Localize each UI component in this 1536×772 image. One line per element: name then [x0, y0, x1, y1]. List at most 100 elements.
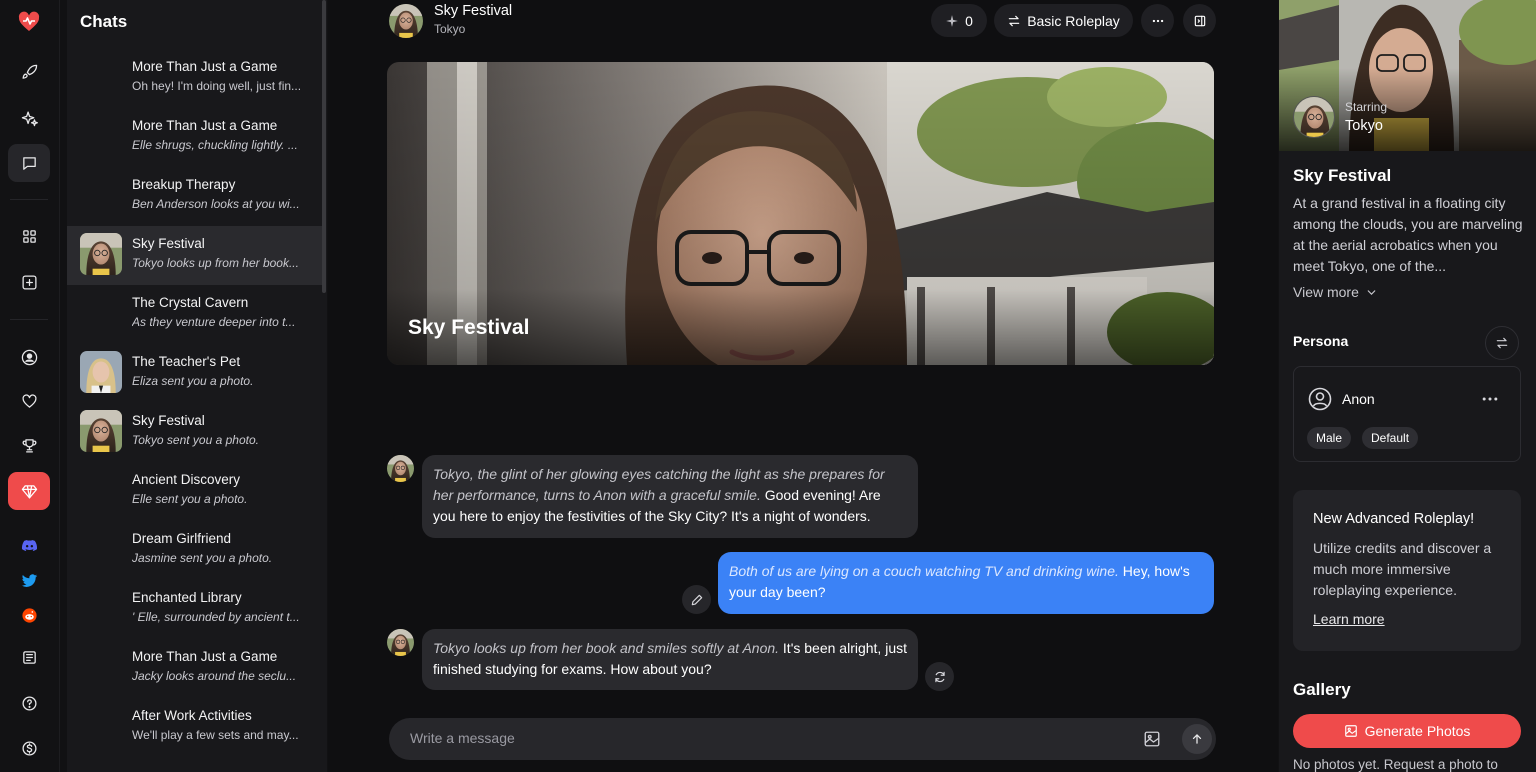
message-avatar[interactable] [387, 629, 414, 656]
arrow-up-icon [1192, 734, 1202, 744]
chat-list-item[interactable]: The Teacher's Pet Eliza sent you a photo. [67, 344, 322, 403]
more-options-button[interactable] [1141, 4, 1174, 37]
character-avatar[interactable] [389, 4, 423, 38]
chat-list-item[interactable]: The Crystal Cavern As they venture deeper… [67, 285, 322, 344]
home-logo-icon[interactable] [8, 3, 50, 41]
message-narration: Both of us are lying on a couch watching… [729, 563, 1119, 579]
sparkles-icon[interactable] [8, 99, 50, 137]
credits-button[interactable]: 0 [931, 4, 987, 37]
switch-persona-button[interactable] [1485, 326, 1519, 360]
image-plus-icon [1344, 725, 1357, 737]
chevron-down-icon [1367, 289, 1376, 295]
toggle-sidebar-button[interactable] [1183, 4, 1216, 37]
app-window: Chats More Than Just a Game Oh hey! I'm d… [0, 0, 1536, 772]
dollar-icon[interactable] [8, 729, 50, 767]
generate-photos-label: Generate Photos [1364, 723, 1471, 739]
chat-list-item[interactable]: More Than Just a Game Jacky looks around … [67, 639, 322, 698]
chat-preview: Eliza sent you a photo. [132, 374, 254, 388]
chat-list-item[interactable]: More Than Just a Game Elle shrugs, chuckl… [67, 108, 322, 167]
rail-divider [10, 199, 48, 200]
hero-title: Sky Festival [408, 316, 530, 339]
chat-name: Dream Girlfriend [132, 531, 232, 546]
user-icon[interactable] [8, 338, 50, 376]
regenerate-button[interactable] [925, 662, 954, 691]
no-photos-text: No photos yet. Request a photo to [1293, 757, 1498, 772]
sidebar-toggle-icon [1194, 15, 1205, 26]
chat-preview: Elle sent you a photo. [132, 492, 248, 506]
starring-avatar[interactable] [1293, 96, 1335, 138]
trophy-icon[interactable] [8, 426, 50, 464]
heart-icon[interactable] [8, 382, 50, 420]
chat-list-item[interactable]: Ancient Discovery Elle sent you a photo. [67, 462, 322, 521]
chat-preview: As they venture deeper into t... [132, 315, 296, 329]
chat-preview: We'll play a few sets and may... [132, 728, 299, 742]
chat-thumbnail [80, 233, 122, 275]
refresh-icon [934, 671, 945, 682]
persona-options-icon[interactable] [1480, 389, 1500, 409]
help-icon[interactable] [8, 684, 50, 722]
edit-message-button[interactable] [682, 585, 711, 614]
chat-list-item[interactable]: After Work Activities We'll play a few se… [67, 698, 322, 757]
scenario-title: Sky Festival [1293, 166, 1392, 185]
icon-rail [0, 0, 60, 772]
twitter-icon[interactable] [8, 561, 50, 599]
chat-list-item[interactable]: Breakup Therapy Ben Anderson looks at you… [67, 167, 322, 226]
swap-icon [1008, 15, 1020, 26]
scenario-details-panel: Starring Tokyo Sky Festival At a grand f… [1279, 0, 1536, 772]
roleplay-mode-button[interactable]: Basic Roleplay [994, 4, 1133, 37]
chat-preview: Oh hey! I'm doing well, just fin... [132, 79, 302, 93]
chat-name: More Than Just a Game [132, 118, 278, 133]
gallery-title: Gallery [1293, 680, 1351, 699]
chat-preview: Jacky looks around the seclu... [132, 669, 297, 683]
generate-photos-button[interactable]: Generate Photos [1293, 714, 1521, 748]
roleplay-mode-label: Basic Roleplay [1027, 12, 1120, 29]
chat-preview: Jasmine sent you a photo. [132, 551, 273, 565]
chat-list-item[interactable]: Dream Girlfriend Jasmine sent you a photo… [67, 521, 322, 580]
chat-name: After Work Activities [132, 708, 252, 723]
rocket-icon[interactable] [8, 53, 50, 91]
message-composer [389, 718, 1216, 760]
grid-icon[interactable] [8, 217, 50, 255]
advanced-roleplay-promo: New Advanced Roleplay! Utilize credits a… [1293, 490, 1521, 651]
chat-name: Enchanted Library [132, 590, 242, 605]
image-request-icon[interactable] [1143, 730, 1161, 748]
chat-list-item[interactable]: Sky Festival Tokyo looks up from her book… [67, 226, 322, 285]
character-banner: Starring Tokyo [1279, 0, 1536, 151]
chat-preview: Ben Anderson looks at you wi... [132, 197, 300, 211]
pencil-icon [691, 594, 702, 605]
message-avatar[interactable] [387, 455, 414, 482]
persona-heading: Persona [1293, 333, 1349, 349]
discord-icon[interactable] [8, 526, 50, 564]
character-name: Tokyo [434, 22, 466, 36]
plus-square-icon[interactable] [8, 263, 50, 301]
message-input[interactable] [410, 730, 1110, 746]
chat-preview: Tokyo looks up from her book... [132, 256, 299, 270]
reddit-icon[interactable] [8, 596, 50, 634]
chat-list-panel: Chats More Than Just a Game Oh hey! I'm d… [67, 0, 327, 772]
message-narration: Tokyo looks up from her book and smiles … [433, 640, 780, 656]
diamond-icon[interactable] [8, 472, 50, 510]
scenario-hero-image: Sky Festival [387, 62, 1214, 365]
starring-label: Starring [1345, 100, 1388, 114]
view-more-button[interactable]: View more [1293, 284, 1378, 300]
chat-list-item[interactable]: More Than Just a Game Oh hey! I'm doing w… [67, 49, 322, 108]
chat-list-item[interactable]: Enchanted Library ' Elle, surrounded by a… [67, 580, 322, 639]
chat-name: More Than Just a Game [132, 649, 278, 664]
promo-text: Utilize credits and discover a much more… [1313, 540, 1492, 598]
chat-thumbnail [80, 351, 122, 393]
persona-card[interactable]: Anon Male Default [1293, 366, 1521, 462]
starring-name: Tokyo [1345, 118, 1383, 134]
chat-preview: ' Elle, surrounded by ancient t... [132, 610, 300, 624]
chat-list-scrollbar[interactable] [322, 0, 326, 293]
learn-more-link[interactable]: Learn more [1313, 611, 1385, 627]
persona-name: Anon [1342, 391, 1375, 407]
persona-tag: Default [1362, 427, 1419, 449]
chat-name: Breakup Therapy [132, 177, 236, 192]
chat-icon[interactable] [8, 144, 50, 182]
rail-divider [10, 319, 48, 320]
newspaper-icon[interactable] [8, 638, 50, 676]
chat-list-item[interactable]: Sky Festival Tokyo sent you a photo. [67, 403, 322, 462]
send-button[interactable] [1182, 724, 1212, 754]
chat-name: The Teacher's Pet [132, 354, 241, 369]
chat-name: Sky Festival [132, 236, 205, 251]
